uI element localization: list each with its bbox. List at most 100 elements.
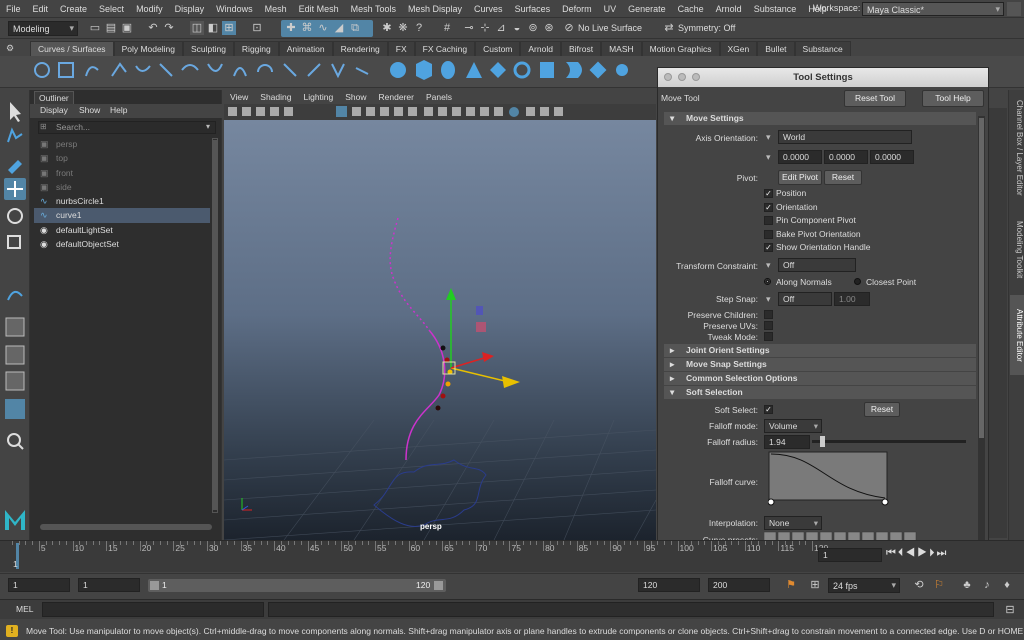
viewport-menu-view[interactable]: View bbox=[224, 90, 254, 104]
outliner-item[interactable]: ▣ front bbox=[34, 166, 210, 180]
section-move-snap[interactable]: Move Snap Settings bbox=[664, 358, 976, 371]
zoom-window-button[interactable] bbox=[692, 73, 700, 81]
close-window-button[interactable] bbox=[664, 73, 672, 81]
menu-generate[interactable]: Generate bbox=[622, 4, 672, 14]
outliner-item[interactable]: ◉ defaultLightSet bbox=[34, 223, 210, 237]
section-common-selection[interactable]: Common Selection Options bbox=[664, 372, 976, 385]
scene-end-field[interactable]: 200 bbox=[708, 578, 770, 592]
viewport-menu-panels[interactable]: Panels bbox=[420, 90, 458, 104]
shelf-tab-arnold[interactable]: Arnold bbox=[520, 41, 561, 56]
shelf-tab-rendering[interactable]: Rendering bbox=[332, 41, 388, 56]
menu-mesh-tools[interactable]: Mesh Tools bbox=[345, 4, 402, 14]
falloff-radius-field[interactable]: 1.94 bbox=[764, 435, 810, 449]
menu-file[interactable]: File bbox=[0, 4, 27, 14]
tab-channel-box[interactable]: Channel Box / Layer Editor bbox=[1010, 98, 1024, 198]
shelf-tab-curves-surfaces[interactable]: Curves / Surfaces bbox=[30, 41, 114, 56]
snap-together-icon[interactable]: ⊛ bbox=[542, 21, 556, 35]
falloff-curve-graph[interactable] bbox=[768, 451, 890, 507]
range-end-handle[interactable] bbox=[434, 581, 443, 590]
chevron-down-icon[interactable]: ▾ bbox=[206, 122, 210, 131]
viewport-scene-svg[interactable] bbox=[224, 120, 656, 540]
new-scene-icon[interactable]: ▭ bbox=[88, 21, 102, 35]
viewport-menu-show[interactable]: Show bbox=[339, 90, 372, 104]
falloff-mode-dropdown[interactable]: Volume bbox=[764, 419, 822, 433]
shelf-tab-mash[interactable]: MASH bbox=[601, 41, 642, 56]
preserve-uvs-checkbox[interactable] bbox=[764, 321, 773, 330]
pivot-reset-button[interactable]: Reset bbox=[824, 170, 862, 185]
viewport-menu-renderer[interactable]: Renderer bbox=[373, 90, 420, 104]
mel-label[interactable]: MEL bbox=[16, 604, 33, 614]
snap-surface-icon[interactable]: ◒ bbox=[510, 21, 524, 35]
outliner-menu-show[interactable]: Show bbox=[79, 105, 100, 115]
tweak-mode-checkbox[interactable] bbox=[764, 332, 773, 341]
axis-y-field[interactable]: 0.0000 bbox=[824, 150, 868, 164]
snap-curve-icon[interactable]: ⊸ bbox=[462, 21, 476, 35]
falloff-radius-slider[interactable] bbox=[812, 436, 966, 447]
scene-start-field[interactable]: 1 bbox=[8, 578, 70, 592]
mask-curves-icon[interactable]: ∿ bbox=[316, 21, 330, 35]
outliner-item[interactable]: ∿ curve1 bbox=[34, 208, 210, 223]
closest-point-radio[interactable] bbox=[854, 278, 861, 285]
tab-attribute-editor[interactable]: Attribute Editor bbox=[1010, 295, 1024, 375]
playback-end-field[interactable]: 120 bbox=[638, 578, 700, 592]
outliner-tab[interactable]: Outliner bbox=[34, 91, 74, 105]
save-scene-icon[interactable]: ▣ bbox=[120, 21, 134, 35]
live-surface-label[interactable]: No Live Surface bbox=[578, 23, 642, 33]
outliner-item[interactable]: ▣ top bbox=[34, 151, 210, 165]
time-slider[interactable]: 5 10 15 20 25 30 35 40 45 50 55 60 65 70 75 80 85 90 95 100… bbox=[0, 540, 1024, 572]
step-snap-dropdown[interactable]: Off bbox=[778, 292, 832, 306]
script-editor-icon[interactable]: ⊟ bbox=[1003, 603, 1017, 617]
tool-help-button[interactable]: Tool Help bbox=[922, 90, 984, 107]
mask-surfaces-icon[interactable]: ◢ bbox=[332, 21, 346, 35]
tab-modeling-toolkit[interactable]: Modeling Toolkit bbox=[1010, 215, 1024, 285]
mel-command-input[interactable] bbox=[42, 602, 264, 617]
axis-orientation-arrow-icon[interactable]: ▾ bbox=[766, 132, 771, 143]
edit-pivot-button[interactable]: Edit Pivot bbox=[778, 170, 822, 185]
anim-prefs-icon[interactable]: ♦ bbox=[1000, 578, 1014, 592]
menu-arnold[interactable]: Arnold bbox=[710, 4, 748, 14]
outliner-menu-display[interactable]: Display bbox=[40, 105, 68, 115]
outliner-vscroll-thumb[interactable] bbox=[213, 140, 217, 510]
select-component-icon[interactable]: ⊞ bbox=[222, 21, 236, 35]
live-surface-icon[interactable]: ⊘ bbox=[562, 21, 576, 35]
menu-substance[interactable]: Substance bbox=[748, 4, 803, 14]
playback-start-field[interactable]: 1 bbox=[78, 578, 140, 592]
snap-view-plane-icon[interactable]: ⊿ bbox=[494, 21, 508, 35]
range-start-handle[interactable] bbox=[150, 581, 159, 590]
section-joint-orient[interactable]: Joint Orient Settings bbox=[664, 344, 976, 357]
menu-create[interactable]: Create bbox=[54, 4, 93, 14]
loop-icon[interactable]: ⟲ bbox=[912, 578, 926, 592]
menu-edit[interactable]: Edit bbox=[27, 4, 55, 14]
shelf-options-icon[interactable]: ⚙ bbox=[6, 43, 24, 55]
preserve-children-checkbox[interactable] bbox=[764, 310, 773, 319]
auto-key-icon[interactable]: ⚑ bbox=[784, 578, 798, 592]
reset-tool-button[interactable]: Reset Tool bbox=[844, 90, 906, 107]
select-hierarchy-icon[interactable]: ◫ bbox=[190, 21, 204, 35]
workspace-icon[interactable] bbox=[1007, 2, 1021, 16]
menu-windows[interactable]: Windows bbox=[210, 4, 259, 14]
pivot-checkbox-bake-pivot-orientation[interactable] bbox=[764, 229, 773, 239]
current-frame-field[interactable]: 1 bbox=[818, 548, 882, 562]
playback-controls[interactable]: ⏮⏴◀▶⏵⏭ bbox=[886, 547, 948, 560]
pivot-checkbox-show-orientation-handle[interactable]: ✓ bbox=[764, 243, 773, 252]
snap-grid-icon[interactable]: # bbox=[440, 21, 454, 35]
shelf-tab-animation[interactable]: Animation bbox=[278, 41, 333, 56]
tool-settings-titlebar[interactable]: Tool Settings bbox=[658, 68, 988, 87]
menu-modify[interactable]: Modify bbox=[130, 4, 169, 14]
transform-constraint-arrow-icon[interactable]: ▾ bbox=[766, 260, 771, 271]
outliner-item[interactable]: ▣ persp bbox=[34, 137, 210, 151]
symmetry-dropdown[interactable]: Symmetry: Off bbox=[678, 23, 735, 33]
menu-edit-mesh[interactable]: Edit Mesh bbox=[293, 4, 345, 14]
key-settings-icon[interactable]: ⊞ bbox=[808, 578, 822, 592]
step-snap-value-field[interactable]: 1.00 bbox=[834, 292, 870, 306]
soft-reset-button[interactable]: Reset bbox=[864, 402, 900, 417]
symmetry-icon[interactable]: ⇄ bbox=[662, 21, 676, 35]
transform-constraint-dropdown[interactable]: Off bbox=[778, 258, 856, 272]
mask-handles-icon[interactable]: ✚ bbox=[284, 21, 298, 35]
menu-mesh-display[interactable]: Mesh Display bbox=[402, 4, 468, 14]
shelf-tab-fx-caching[interactable]: FX Caching bbox=[414, 41, 476, 56]
range-slider[interactable]: 1 120 bbox=[148, 579, 446, 592]
section-move-settings[interactable]: Move Settings bbox=[664, 112, 976, 125]
audio-icon[interactable]: ♪ bbox=[980, 578, 994, 592]
workspace-dropdown[interactable]: Maya Classic* bbox=[862, 2, 1004, 16]
